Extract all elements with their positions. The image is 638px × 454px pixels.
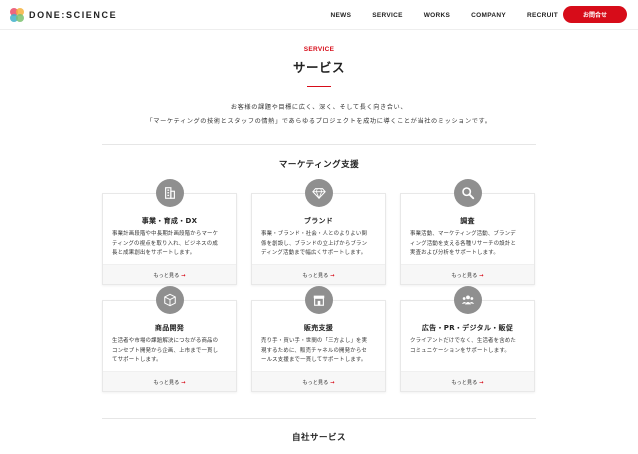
- nav-company[interactable]: COMPANY: [471, 12, 506, 19]
- card-description: 生活者や市場の課題解決につながる商品の コンセプト開発から企画、上市まで一貫し てサ…: [112, 338, 219, 363]
- arrow-right-icon: →: [181, 380, 186, 386]
- own-services-title: 自社サービス: [291, 433, 346, 443]
- card-description: 売り手・買い手・世間の「三方よし」を実 現するために、販売チャネルの開発からセ ール…: [261, 338, 368, 363]
- site-header: DONE:SCIENCE NEWS SERVICE WORKS COMPANY …: [0, 0, 638, 30]
- site-logo[interactable]: DONE:SCIENCE: [10, 8, 117, 22]
- card-title: 広告・PR・デジタル・販促: [421, 324, 514, 332]
- card-title: 商品開発: [154, 324, 185, 332]
- arrow-right-icon: →: [330, 273, 335, 279]
- more-link[interactable]: もっと見る →: [103, 379, 236, 386]
- card-title: 販売支援: [303, 324, 334, 332]
- arrow-right-icon: →: [479, 380, 484, 386]
- card-description: 事業・ブランド・社会・人とのよりよい関 係を創設し、ブランドの立上げからブラン ディ…: [261, 231, 368, 256]
- section-divider: [102, 418, 536, 419]
- lead-text-line-2: 「マーケティングの技術とスタッフの情熱」であらゆるプロジェクトを成功に導くことが…: [146, 118, 492, 125]
- more-link[interactable]: もっと見る →: [103, 272, 236, 279]
- more-link[interactable]: もっと見る →: [252, 272, 385, 279]
- diamond-icon: [305, 179, 333, 207]
- section-divider: [102, 144, 536, 145]
- page-title: サービス: [292, 60, 345, 75]
- arrow-right-icon: →: [479, 273, 484, 279]
- nav-works[interactable]: WORKS: [424, 12, 450, 19]
- arrow-right-icon: →: [330, 380, 335, 386]
- more-link[interactable]: もっと見る →: [401, 272, 534, 279]
- search-icon: [454, 179, 482, 207]
- main-nav: NEWS SERVICE WORKS COMPANY RECRUIT: [310, 0, 559, 30]
- card-title: 事業・育成・DX: [141, 217, 198, 225]
- contact-button[interactable]: お問合せ: [563, 6, 627, 23]
- people-icon: [454, 286, 482, 314]
- card-title: ブランド: [303, 217, 334, 225]
- building-icon: [156, 179, 184, 207]
- more-link[interactable]: もっと見る →: [252, 379, 385, 386]
- logo-icon: [10, 8, 24, 22]
- store-icon: [305, 286, 333, 314]
- card-description: 事業計画段階や中長期計画段階からマーケ ティングの視点を取り入れ、ビジネスの成 長と…: [112, 231, 219, 256]
- marketing-support-title: マーケティング支援: [278, 160, 360, 170]
- section-eyebrow: SERVICE: [303, 46, 335, 53]
- nav-service[interactable]: SERVICE: [372, 12, 403, 19]
- nav-recruit[interactable]: RECRUIT: [527, 12, 558, 19]
- arrow-right-icon: →: [181, 273, 186, 279]
- nav-news[interactable]: NEWS: [331, 12, 352, 19]
- box-icon: [156, 286, 184, 314]
- card-description: クライアントだけでなく、生活者を含めた コミュニケーションをサポートします。: [410, 338, 517, 354]
- card-description: 事業活動、マーケティング活動、ブランデ ィング活動を支える各種リサーチの設計と 実査…: [410, 231, 517, 256]
- title-divider: [307, 86, 331, 87]
- card-title: 調査: [460, 217, 475, 225]
- logo-text: DONE:SCIENCE: [29, 10, 118, 20]
- more-link[interactable]: もっと見る →: [401, 379, 534, 386]
